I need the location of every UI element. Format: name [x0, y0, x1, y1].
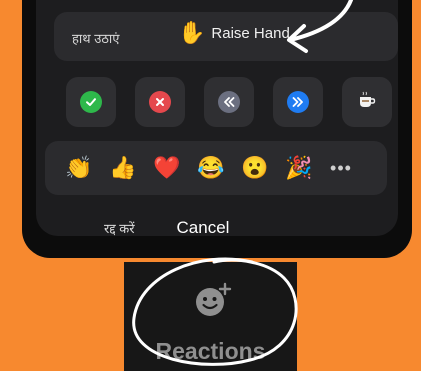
cancel-hindi-label: रद्द करें: [104, 221, 135, 236]
raised-hand-icon: ✋: [178, 20, 206, 45]
coffee-icon: [357, 90, 377, 115]
surprised-emoji[interactable]: 😮: [233, 157, 277, 179]
feedback-buttons-row: [66, 77, 392, 127]
thumbs-up-emoji[interactable]: 👍: [101, 157, 145, 179]
party-emoji[interactable]: 🎉: [277, 157, 321, 179]
go-slower-button[interactable]: [204, 77, 254, 127]
fast-forward-icon: [287, 91, 309, 113]
no-button[interactable]: [135, 77, 185, 127]
yes-button[interactable]: [66, 77, 116, 127]
raise-hand-row: हाथ उठाएं ✋ Raise Hand: [54, 12, 398, 61]
coffee-button[interactable]: [342, 77, 392, 127]
raise-hand-button[interactable]: ✋ Raise Hand: [178, 22, 290, 44]
heart-emoji[interactable]: ❤️: [145, 157, 189, 179]
reactions-panel: हाथ उठाएं ✋ Raise Hand 👏 👍 ❤️ 😂 😮 🎉 ••• …: [22, 0, 412, 258]
raise-hand-hindi-label: हाथ उठाएं: [72, 31, 120, 46]
reactions-toolbar-button[interactable]: Reactions: [124, 262, 297, 371]
check-icon: [80, 91, 102, 113]
emoji-reactions-row: 👏 👍 ❤️ 😂 😮 🎉 •••: [45, 141, 387, 195]
cancel-button[interactable]: Cancel: [177, 218, 230, 238]
smiley-plus-icon: [196, 282, 232, 316]
joy-emoji[interactable]: 😂: [189, 157, 233, 179]
raise-hand-label: Raise Hand: [211, 24, 290, 42]
clapping-emoji[interactable]: 👏: [57, 157, 101, 179]
reactions-label: Reactions: [155, 338, 266, 364]
rewind-icon: [218, 91, 240, 113]
x-icon: [149, 91, 171, 113]
cancel-row: रद्द करें Cancel: [104, 218, 229, 238]
more-reactions-button[interactable]: •••: [321, 158, 361, 179]
go-faster-button[interactable]: [273, 77, 323, 127]
